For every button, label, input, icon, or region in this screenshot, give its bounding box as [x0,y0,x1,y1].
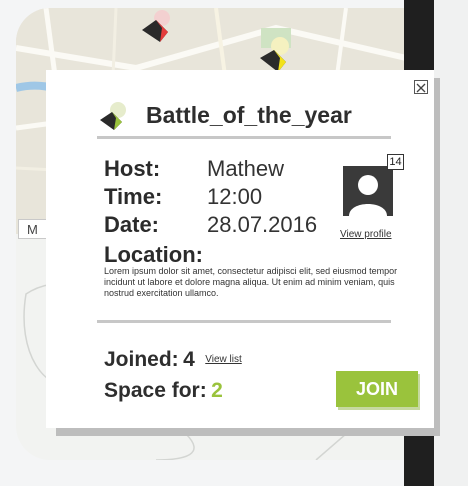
event-logo-icon [100,102,126,130]
event-title: Battle_of_the_year [146,102,352,128]
map-pin-red[interactable] [138,6,178,44]
date-value: 28.07.2016 [207,212,318,237]
host-badge: 14 [387,154,404,170]
view-list-link[interactable]: View list [205,354,242,365]
space-label: Space for: [104,379,207,402]
space-count: 2 [211,379,223,402]
app-screen: M Battle_of_the_year Host: Mathew Time: … [0,0,468,486]
map-pin-yellow[interactable] [254,34,298,74]
joined-label: Joined: [104,348,179,371]
joined-count: 4 [183,348,195,371]
join-button[interactable]: JOIN [336,371,418,407]
event-dialog: Battle_of_the_year Host: Mathew Time: 12… [46,70,434,428]
host-avatar[interactable] [343,166,393,216]
divider-top [97,136,391,139]
close-button[interactable] [414,80,428,94]
time-value: 12:00 [207,184,263,209]
location-label: Location: [104,242,203,267]
user-icon [349,175,387,216]
joined-row: Joined: 4 View list [104,348,242,372]
host-value: Mathew [207,156,285,181]
time-label: Time: [104,184,163,209]
location-description: Lorem ipsum dolor sit amet, consectetur … [104,266,398,298]
space-row: Space for: 2 [104,379,223,403]
date-label: Date: [104,212,160,237]
host-label: Host: [104,156,161,181]
view-profile-link[interactable]: View profile [340,229,392,240]
divider-bottom [97,320,391,323]
close-icon [416,83,426,93]
